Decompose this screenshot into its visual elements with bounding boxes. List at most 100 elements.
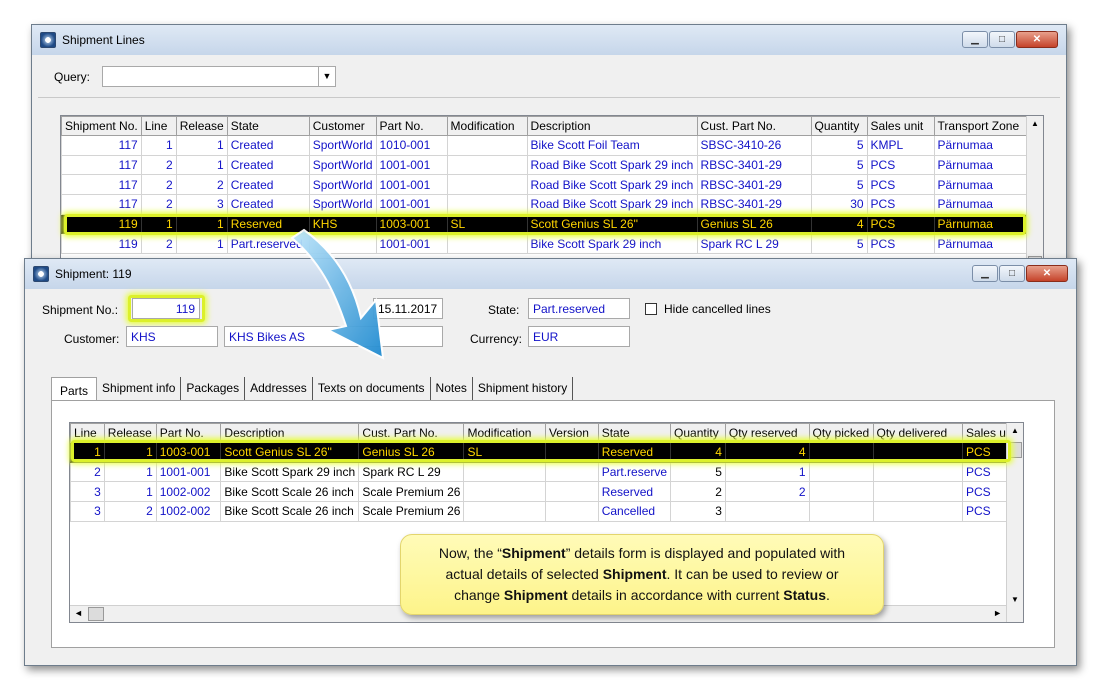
chevron-down-icon[interactable]: ▼ (318, 67, 335, 86)
table-cell[interactable] (446, 194, 528, 215)
table-cell[interactable]: Bike Scott Scale 26 inch (220, 501, 360, 522)
shipment-lines-scrollbar[interactable]: ▲ (1026, 116, 1043, 278)
table-cell[interactable]: 2 (670, 481, 726, 503)
table-cell[interactable]: Part.reserve (597, 461, 672, 483)
table-cell[interactable] (544, 481, 599, 503)
table-cell[interactable]: 1 (103, 481, 157, 503)
table-cell[interactable]: 5 (810, 154, 868, 176)
table-cell[interactable]: 2 (140, 194, 177, 215)
table-cell[interactable]: PCS (866, 233, 935, 255)
table-cell[interactable]: Created (226, 174, 310, 196)
table-cell[interactable]: SportWorld (308, 174, 377, 196)
table-cell[interactable] (808, 501, 874, 522)
table-cell[interactable]: 1001-001 (155, 461, 222, 483)
parts-col-header[interactable]: Modification (463, 423, 546, 443)
table-cell[interactable]: SBSC-3410-26 (696, 135, 812, 156)
table-cell[interactable]: Spark RC L 29 (358, 461, 465, 483)
table-cell[interactable]: 1 (724, 461, 810, 483)
table-cell[interactable]: 2 (70, 461, 105, 483)
table-cell[interactable]: SportWorld (308, 135, 377, 156)
table-row[interactable]: 117 2 1 Created SportWorld 1001-001 Road Bike … (61, 154, 1035, 176)
table-cell[interactable]: 2 (140, 233, 177, 255)
minimize-button[interactable]: ▁ (972, 265, 998, 282)
table-row[interactable]: 117 2 3 Created SportWorld 1001-001 Road Bike … (61, 194, 1035, 215)
table-cell[interactable]: 1 (140, 213, 177, 235)
table-cell[interactable]: Created (226, 154, 310, 176)
minimize-button[interactable]: ▁ (962, 31, 988, 48)
lines-col-header[interactable]: Transport Zone (933, 116, 1035, 136)
table-row[interactable]: 119 1 1 Reserved KHS 1003-001 SL Scott Genius S… (61, 213, 1035, 235)
table-cell[interactable]: 3 (70, 481, 105, 503)
hscroll-thumb[interactable] (88, 607, 104, 621)
table-cell[interactable]: 4 (724, 442, 810, 463)
table-cell[interactable]: Bike Scott Spark 29 inch (526, 233, 698, 255)
date-field[interactable]: 15.11.2017 (373, 298, 443, 319)
table-cell[interactable]: PCS (866, 194, 935, 215)
table-cell[interactable]: Scott Genius SL 26'' (526, 213, 698, 235)
table-cell[interactable]: 1001-001 (375, 233, 448, 255)
table-cell[interactable]: Pärnumaa (933, 174, 1035, 196)
state-field[interactable]: Part.reserved (528, 298, 630, 319)
table-row[interactable]: 3 2 1002-002 Bike Scott Scale 26 inch Scale … (70, 501, 1023, 522)
table-cell[interactable]: SportWorld (308, 194, 377, 215)
table-cell[interactable]: 1001-001 (375, 174, 448, 196)
parts-col-header[interactable]: Quantity (670, 423, 726, 443)
table-cell[interactable] (544, 461, 599, 483)
table-row[interactable]: 2 1 1001-001 Bike Scott Spark 29 inch Spark … (70, 461, 1023, 483)
table-cell[interactable]: 2 (140, 154, 177, 176)
table-cell[interactable]: PCS (866, 174, 935, 196)
lines-col-header[interactable]: State (226, 116, 310, 136)
lines-col-header[interactable]: Line (140, 116, 177, 136)
table-cell[interactable]: SportWorld (308, 154, 377, 176)
table-cell[interactable]: 30 (810, 194, 868, 215)
table-cell[interactable]: Created (226, 194, 310, 215)
table-cell[interactable]: SL (446, 213, 528, 235)
table-cell[interactable]: 2 (140, 174, 177, 196)
table-cell[interactable] (463, 481, 546, 503)
table-cell[interactable] (544, 501, 599, 522)
table-cell[interactable]: 5 (810, 174, 868, 196)
table-cell[interactable]: KMPL (866, 135, 935, 156)
scroll-up-icon[interactable]: ▲ (1007, 423, 1023, 439)
table-cell[interactable]: 1 (140, 135, 177, 156)
table-cell[interactable]: 1 (175, 213, 228, 235)
table-cell[interactable]: Reserved (226, 213, 310, 235)
close-button[interactable]: ✕ (1016, 31, 1058, 48)
lines-col-header[interactable]: Shipment No. (61, 116, 142, 136)
table-cell[interactable]: Genius SL 26 (696, 213, 812, 235)
table-row[interactable]: 1 1 1003-001 Scott Genius SL 26'' Genius SL … (70, 442, 1023, 463)
table-cell[interactable]: KHS (308, 213, 377, 235)
table-cell[interactable]: PCS (866, 154, 935, 176)
table-cell[interactable]: Cancelled (597, 501, 672, 522)
table-cell[interactable] (446, 154, 528, 176)
lines-col-header[interactable]: Quantity (810, 116, 868, 136)
hide-cancelled-checkbox[interactable] (645, 303, 657, 315)
table-cell[interactable]: 2 (175, 174, 228, 196)
parts-col-header[interactable]: Version (544, 423, 599, 443)
lines-col-header[interactable]: Description (526, 116, 698, 136)
table-cell[interactable] (808, 461, 874, 483)
table-cell[interactable]: Pärnumaa (933, 135, 1035, 156)
customer-code-field[interactable]: KHS (126, 326, 218, 347)
shipment-no-field[interactable]: 119 (132, 298, 200, 319)
table-cell[interactable]: Scott Genius SL 26'' (220, 442, 360, 463)
table-cell[interactable]: Genius SL 26 (358, 442, 465, 463)
parts-scrollbar[interactable]: ▲ ▼ (1006, 423, 1023, 622)
parts-col-header[interactable]: State (597, 423, 672, 443)
table-cell[interactable]: 1 (175, 135, 228, 156)
table-cell[interactable]: 1 (103, 461, 157, 483)
table-cell[interactable]: Spark RC L 29 (696, 233, 812, 255)
table-cell[interactable]: 5 (810, 233, 868, 255)
parts-col-header[interactable]: Qty delivered (872, 423, 963, 443)
table-cell[interactable]: 3 (70, 501, 105, 522)
table-cell[interactable]: Pärnumaa (933, 194, 1035, 215)
table-cell[interactable]: RBSC-3401-29 (696, 174, 812, 196)
table-cell[interactable]: SL (463, 442, 546, 463)
query-select[interactable]: ▼ (102, 66, 336, 87)
parts-col-header[interactable]: Qty reserved (724, 423, 810, 443)
lines-col-header[interactable]: Release (175, 116, 228, 136)
table-cell[interactable] (872, 442, 963, 463)
table-cell[interactable] (808, 481, 874, 503)
table-cell[interactable] (308, 233, 377, 255)
table-cell[interactable]: 2 (724, 481, 810, 503)
